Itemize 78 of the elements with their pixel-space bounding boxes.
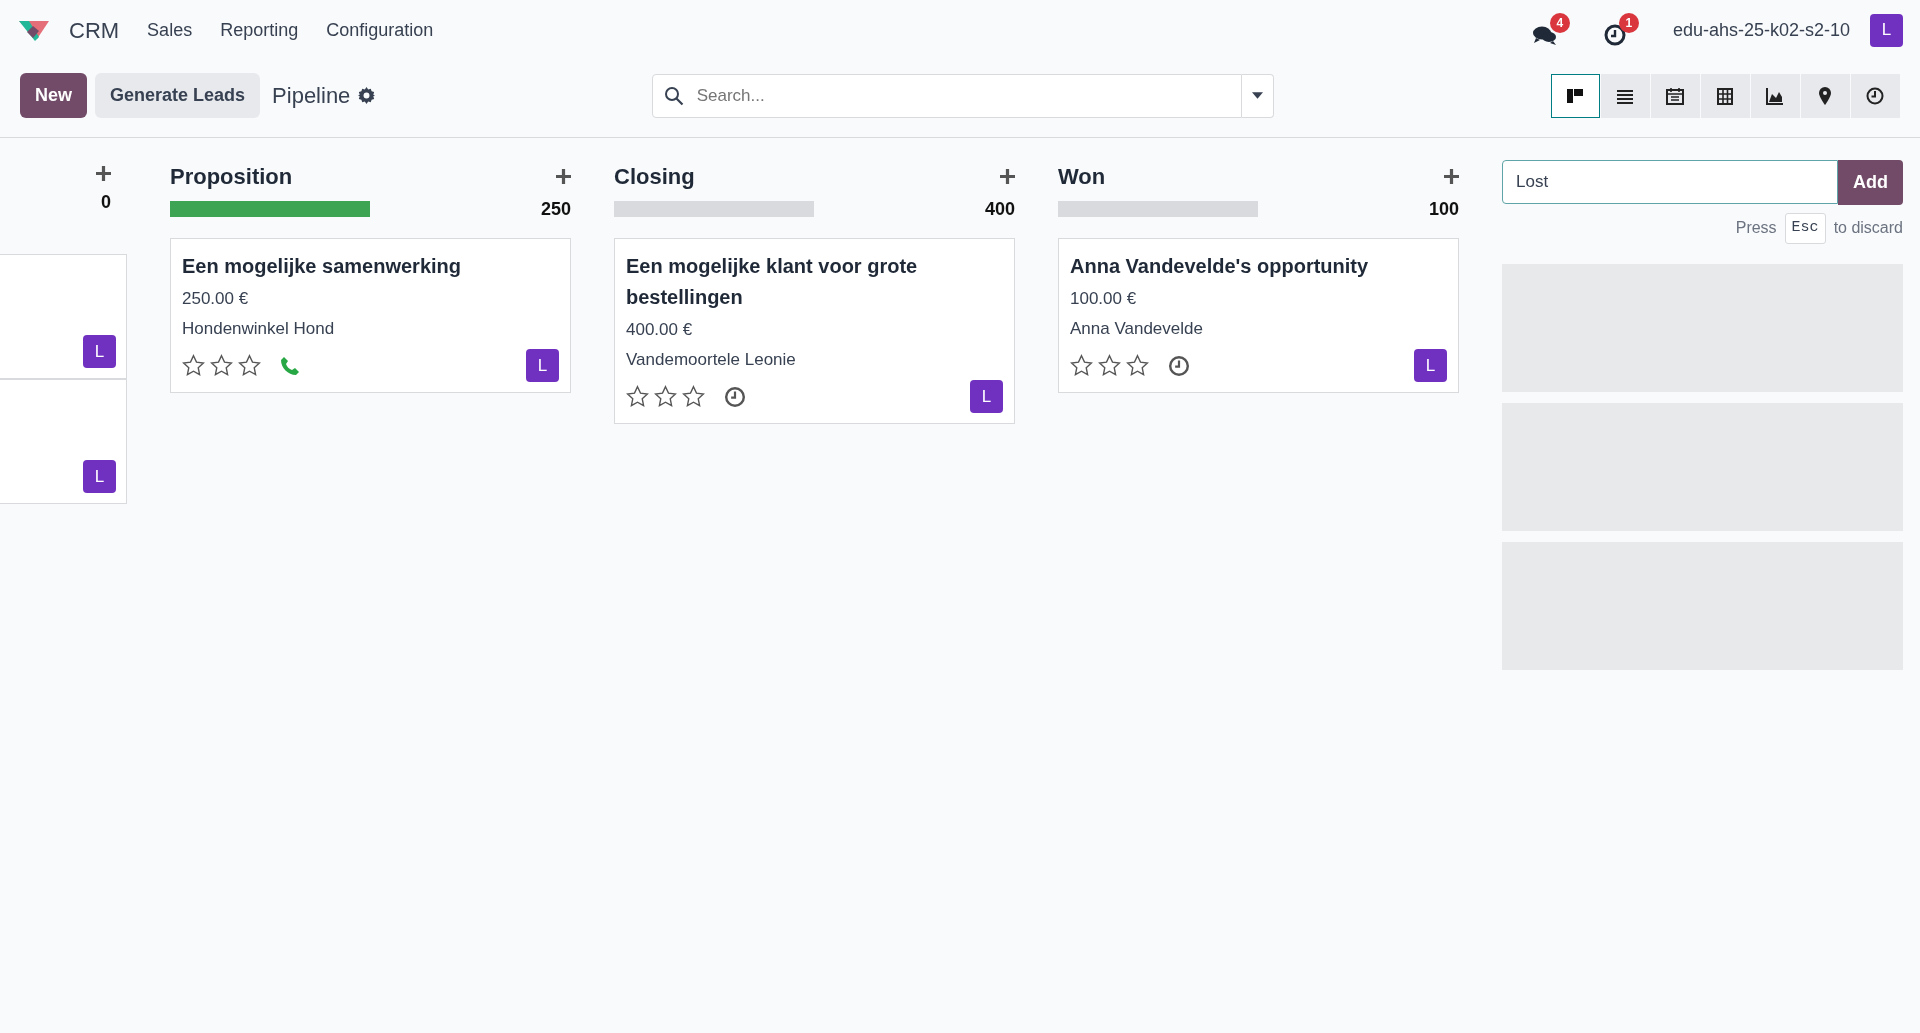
kanban-card[interactable]: Een mogelijke samenwerking 250.00 € Hondenwinkel Hond L: [170, 238, 571, 393]
star-icon[interactable]: [682, 385, 705, 408]
star-icon[interactable]: [210, 354, 233, 377]
star-icon[interactable]: [238, 354, 261, 377]
search-field[interactable]: Search...: [651, 73, 1242, 118]
card-amount: 250.00 €: [182, 288, 250, 310]
notification-badge: 4: [1549, 12, 1570, 33]
breadcrumb-title: Pipeline: [272, 82, 351, 110]
filter-dropdown-button[interactable]: [1241, 73, 1274, 118]
map-view-button[interactable]: [1801, 73, 1850, 118]
column-title: Won: [1058, 162, 1106, 191]
key-label: Esc: [1784, 213, 1826, 244]
notification-badge: 1: [1618, 12, 1639, 33]
plus-icon[interactable]: [556, 168, 571, 184]
column-total: 0: [101, 191, 111, 214]
clock-icon[interactable]: [1168, 354, 1190, 377]
list-view-button[interactable]: [1601, 73, 1650, 118]
customer-name: Hondenwinkel Hond: [182, 317, 336, 340]
activities-button[interactable]: 1: [1603, 12, 1639, 48]
clock-icon: [1603, 24, 1626, 47]
user-avatar: L: [83, 335, 116, 368]
calendar-view-button[interactable]: [1651, 73, 1700, 118]
user-avatar[interactable]: L: [1414, 349, 1447, 382]
card-title: Anna Vandevelde's opportunity: [1070, 254, 1370, 279]
clock-icon: [1865, 85, 1886, 106]
new-button[interactable]: New: [20, 73, 87, 118]
menu-item[interactable]: Configuration: [326, 16, 434, 44]
customer-name: Vandemoortele Leonie: [626, 348, 797, 371]
clock-icon[interactable]: [724, 385, 746, 408]
column-total: 250: [540, 197, 571, 221]
menu-item[interactable]: Sales: [147, 16, 193, 44]
hint-text: Press: [1735, 218, 1777, 239]
gear-icon[interactable]: [358, 87, 376, 104]
add-button[interactable]: Add: [1838, 160, 1903, 205]
kanban-card[interactable]: Een mogelijke klant voor grote bestellingen 400.00 € Vandemoortele Leonie L: [614, 238, 1015, 424]
kanban-view-button[interactable]: [1551, 73, 1600, 118]
column-total: 100: [1428, 197, 1459, 221]
card-amount: 400.00 €: [626, 319, 694, 341]
star-icon[interactable]: [654, 385, 677, 408]
kanban-card[interactable]: L: [0, 254, 127, 379]
plus-icon[interactable]: [96, 166, 111, 181]
phone-icon[interactable]: [280, 355, 300, 376]
column-title: Proposition: [170, 162, 293, 191]
generate-leads-button[interactable]: Generate Leads: [95, 73, 261, 118]
plus-icon[interactable]: [1000, 168, 1015, 184]
card-title: Een mogelijke samenwerking: [182, 254, 462, 279]
table-icon: [1715, 85, 1736, 106]
pivot-view-button[interactable]: [1701, 73, 1750, 118]
user-avatar[interactable]: L: [970, 380, 1003, 413]
user-avatar[interactable]: L: [526, 349, 559, 382]
plus-icon[interactable]: [1444, 168, 1459, 184]
search-icon: [663, 85, 684, 106]
menu-item[interactable]: Reporting: [220, 16, 299, 44]
chat-icon: [1532, 25, 1557, 46]
app-name[interactable]: CRM: [69, 13, 120, 47]
star-icon[interactable]: [1070, 354, 1093, 377]
customer-name: Anna Vandevelde: [1070, 317, 1204, 340]
star-icon[interactable]: [1126, 354, 1149, 377]
star-icon[interactable]: [182, 354, 205, 377]
area-chart-icon: [1765, 85, 1786, 106]
user-avatar[interactable]: L: [1870, 13, 1903, 47]
kanban-card[interactable]: Anna Vandevelde's opportunity 100.00 € Anna Vandevelde L: [1058, 238, 1459, 393]
card-amount: 100.00 €: [1070, 288, 1138, 310]
column-title: Closing: [614, 162, 695, 191]
caret-icon: [1251, 92, 1263, 99]
card-title: Een mogelijke klant voor grote bestellingen: [626, 254, 919, 310]
graph-view-button[interactable]: [1751, 73, 1800, 118]
star-icon[interactable]: [1098, 354, 1121, 377]
kanban-card[interactable]: L: [0, 379, 127, 504]
user-avatar: L: [83, 460, 116, 493]
company-name[interactable]: edu-ahs-25-k02-s2-10: [1672, 16, 1850, 44]
hint-text: to discard: [1833, 218, 1903, 239]
calendar-icon: [1665, 85, 1686, 106]
column-name-field[interactable]: Lost: [1502, 160, 1838, 204]
star-icon[interactable]: [626, 385, 649, 408]
activity-view-button[interactable]: [1851, 73, 1900, 118]
messages-button[interactable]: 4: [1532, 12, 1570, 48]
column-total: 400: [984, 197, 1015, 221]
